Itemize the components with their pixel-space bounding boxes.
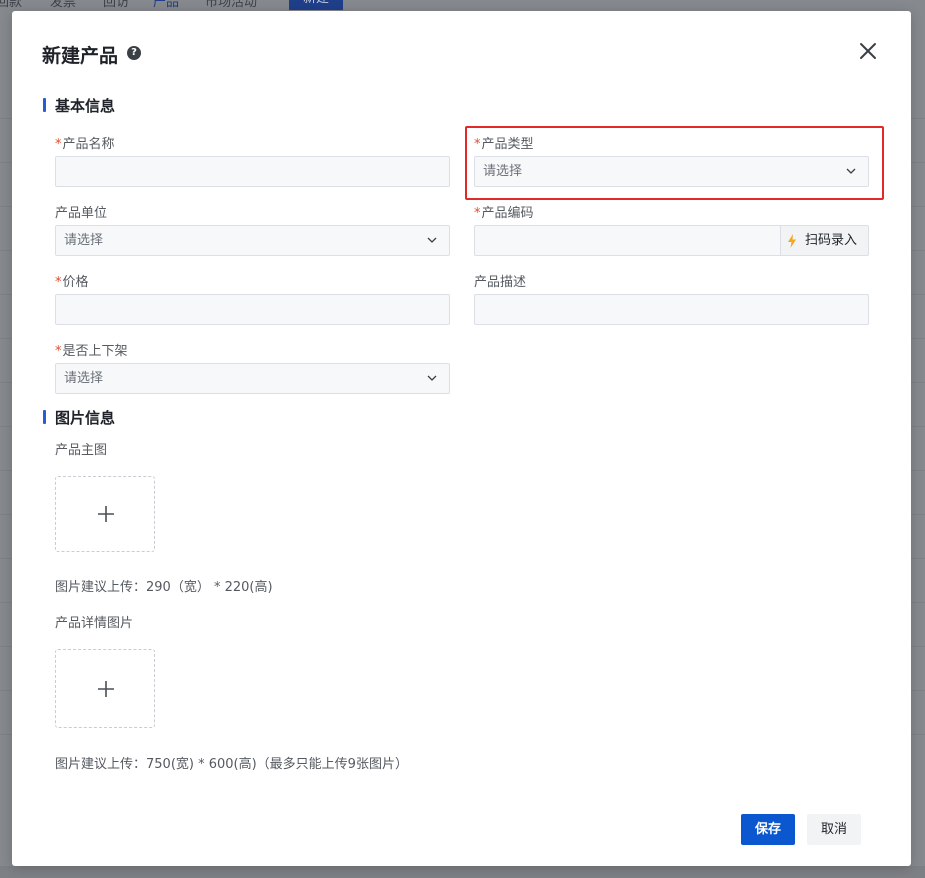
chevron-down-icon [427, 375, 437, 381]
main-image-upload[interactable] [55, 476, 155, 552]
bg-footer [0, 866, 925, 878]
dialog-title: 新建产品 [42, 45, 119, 67]
product-unit-placeholder: 请选择 [64, 233, 104, 248]
detail-image-hint: 图片建议上传：750(宽) * 600(高)（最多只能上传9张图片） [55, 757, 408, 772]
bg-nav-item: 回访 [103, 0, 130, 10]
product-code-label: *产品编码 [474, 206, 534, 221]
detail-image-upload[interactable] [55, 649, 155, 728]
bg-nav-item: 市场活动 [205, 0, 258, 10]
product-unit-select[interactable]: 请选择 [55, 225, 450, 256]
product-unit-label: 产品单位 [55, 206, 108, 221]
bg-nav-item: 发票 [50, 0, 77, 10]
bg-nav-item: 回款 [0, 0, 23, 10]
chevron-down-icon [427, 237, 437, 243]
section-image-info: 图片信息 [43, 407, 115, 428]
on-shelf-select[interactable]: 请选择 [55, 363, 450, 394]
new-product-dialog: 新建产品 ? 基本信息 *产品名称 *产品类型 请选择 产品单位 请选择 *产品… [12, 11, 911, 866]
close-icon[interactable] [858, 41, 878, 61]
question-circle-icon[interactable]: ? [127, 46, 141, 60]
price-input[interactable] [55, 294, 450, 325]
scan-entry-button[interactable]: 扫码录入 [780, 225, 869, 256]
product-name-input[interactable] [55, 156, 450, 187]
plus-icon [98, 681, 114, 697]
cancel-button[interactable]: 取消 [807, 814, 861, 845]
lightning-icon [788, 234, 796, 248]
description-label: 产品描述 [474, 275, 527, 290]
scan-entry-label: 扫码录入 [805, 233, 858, 248]
on-shelf-label: *是否上下架 [55, 344, 128, 359]
background-nav: 回款 发票 回访 产品 市场活动 新建 [0, 0, 925, 10]
description-input[interactable] [474, 294, 869, 325]
highlight-box [465, 126, 884, 200]
bg-new-button: 新建 [289, 0, 343, 10]
main-image-hint: 图片建议上传：290（宽） * 220(高) [55, 580, 273, 595]
bg-nav-item: 产品 [153, 0, 180, 10]
product-name-label: *产品名称 [55, 137, 115, 152]
detail-image-label: 产品详情图片 [55, 616, 134, 631]
main-image-label: 产品主图 [55, 443, 108, 458]
price-label: *价格 [55, 275, 89, 290]
on-shelf-placeholder: 请选择 [64, 371, 104, 386]
save-button[interactable]: 保存 [741, 814, 795, 845]
section-basic-info: 基本信息 [43, 95, 115, 116]
plus-icon [98, 506, 114, 522]
product-code-input[interactable] [474, 225, 781, 256]
